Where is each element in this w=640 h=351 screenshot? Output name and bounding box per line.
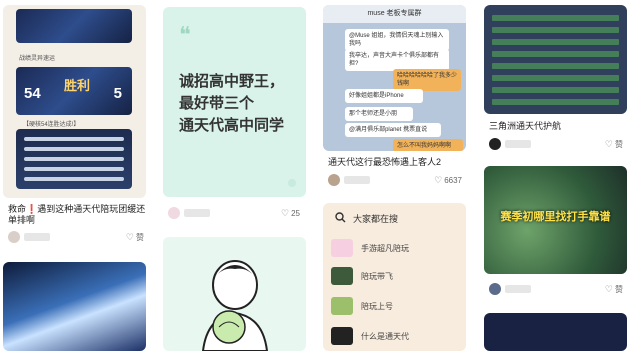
girl-with-cabbage-illustration bbox=[201, 260, 269, 351]
like-label: 赞 bbox=[615, 139, 623, 149]
avatar[interactable] bbox=[168, 207, 180, 219]
thumbnail bbox=[331, 267, 353, 285]
match-row bbox=[24, 137, 124, 141]
victory-screenshot: 54 胜利 5 bbox=[16, 67, 132, 115]
headline-line: 通天代高中同学 bbox=[179, 117, 285, 134]
post-title-4[interactable]: 三角洲通天代护航 bbox=[489, 121, 627, 132]
headline-line: 最好带三个 bbox=[179, 95, 255, 112]
like-button[interactable]: ♡ 赞 bbox=[126, 232, 144, 243]
post-meta-3: ♡ 6637 bbox=[328, 173, 462, 187]
like-count: 6637 bbox=[444, 175, 462, 185]
chat-title: muse 老板专属群 bbox=[323, 5, 466, 23]
match-row bbox=[24, 167, 124, 171]
post-title-3[interactable]: 通天代这行最恐怖遇上客人2 bbox=[328, 157, 466, 168]
avatar[interactable] bbox=[8, 231, 20, 243]
dot-decoration bbox=[288, 179, 296, 187]
heart-icon: ♡ bbox=[125, 231, 134, 242]
list-row bbox=[492, 75, 619, 81]
match-row bbox=[24, 157, 124, 161]
avatar[interactable] bbox=[489, 138, 501, 150]
match-row bbox=[24, 177, 124, 181]
heart-icon: ♡ bbox=[434, 174, 443, 185]
heart-icon: ♡ bbox=[604, 138, 613, 149]
trending-item[interactable]: 陪玩带飞 bbox=[331, 267, 393, 285]
trending-label: 手游超凡陪玩 bbox=[361, 243, 409, 253]
like-button[interactable]: ♡ 赞 bbox=[605, 284, 623, 295]
chat-bubble-self: 哈哈哈哈哈哈了我多少钱啊 bbox=[393, 69, 461, 91]
victory-left-score: 54 bbox=[24, 85, 41, 102]
list-row bbox=[492, 27, 619, 33]
chat-bubble-self: 怎么不叫我妈妈啊啊 bbox=[393, 139, 463, 151]
trending-label: 什么是通天代 bbox=[361, 331, 409, 341]
like-button[interactable]: ♡ 赞 bbox=[605, 139, 623, 150]
post-text-card[interactable]: ❝ 诚招高中野王， 最好带三个 通天代高中同学 bbox=[163, 7, 306, 197]
heart-icon: ♡ bbox=[604, 283, 613, 294]
trending-item[interactable]: 陪玩上号 bbox=[331, 297, 393, 315]
post-meta-6: ♡ 赞 bbox=[489, 282, 623, 296]
headline: 诚招高中野王， 最好带三个 通天代高中同学 bbox=[179, 71, 299, 137]
chat-bubble: 我卒达，声音大声卡个俱乐部都有担? bbox=[345, 49, 449, 71]
avatar[interactable] bbox=[489, 283, 501, 295]
victory-right-score: 5 bbox=[113, 85, 122, 102]
banner-text: 赛季初哪里找打手靠谱 bbox=[500, 211, 611, 223]
like-label: 赞 bbox=[136, 232, 144, 242]
trending-label: 陪玩上号 bbox=[361, 301, 393, 311]
post-meta-1: ♡ 赞 bbox=[8, 230, 144, 244]
chat-bubble: 那个老师还是小朋 bbox=[345, 107, 413, 121]
list-row bbox=[492, 63, 619, 69]
game-screenshot-top bbox=[16, 9, 132, 43]
match-list-screenshot bbox=[16, 129, 132, 189]
post-image-4[interactable] bbox=[484, 5, 627, 114]
author-name[interactable] bbox=[184, 209, 210, 217]
post-meta-4: ♡ 赞 bbox=[489, 137, 623, 151]
post-image-6[interactable]: 赛季初哪里找打手靠谱 bbox=[484, 166, 627, 274]
post-image-5[interactable] bbox=[3, 262, 146, 351]
thumbnail bbox=[331, 327, 353, 345]
thumbnail bbox=[331, 297, 353, 315]
list-row bbox=[492, 39, 619, 45]
like-label: 赞 bbox=[615, 284, 623, 294]
victory-word: 胜利 bbox=[64, 78, 91, 93]
post-image-chat[interactable]: muse 老板专属群 @Muse 姐姐，我情侣天魂上别输入我吗 我卒达，声音大声… bbox=[323, 5, 466, 151]
avatar[interactable] bbox=[328, 174, 340, 186]
list-row bbox=[492, 99, 619, 105]
author-name[interactable] bbox=[505, 140, 531, 148]
thumbnail bbox=[331, 239, 353, 257]
mid-note: 【硬核54连胜达成!】 bbox=[23, 122, 80, 128]
post-image-1[interactable]: 战绩灵异速运 54 胜利 5 【硬核54连胜达成!】 bbox=[3, 5, 146, 198]
search-icon bbox=[335, 212, 346, 223]
author-name[interactable] bbox=[344, 176, 370, 184]
trending-title: 大家都在搜 bbox=[353, 214, 399, 224]
list-row bbox=[492, 15, 619, 21]
post-illustration-card[interactable] bbox=[163, 237, 306, 351]
author-name[interactable] bbox=[505, 285, 531, 293]
screenshot-header: 战绩灵异速运 bbox=[19, 56, 56, 62]
chat-bubble: 好像姐姐都是iPhone bbox=[345, 89, 423, 103]
headline-line: 诚招高中野王， bbox=[179, 73, 285, 90]
author-name[interactable] bbox=[24, 233, 50, 241]
post-image-7[interactable] bbox=[484, 313, 627, 351]
trending-search-card: 大家都在搜 手游超凡陪玩 陪玩带飞 陪玩上号 什么是通天代 bbox=[323, 203, 466, 351]
like-button[interactable]: ♡ 25 bbox=[281, 208, 300, 219]
trending-item[interactable]: 什么是通天代 bbox=[331, 327, 409, 345]
post-meta-2: ♡ 25 bbox=[168, 206, 300, 220]
post-title-1[interactable]: 救命❗️遇到这种通天代陪玩团缓还单排啊 bbox=[8, 204, 146, 226]
trending-label: 陪玩带飞 bbox=[361, 271, 393, 281]
chat-bubble: @满月俱乐部planet 携票直说 bbox=[345, 123, 441, 137]
list-row bbox=[492, 87, 619, 93]
trending-item[interactable]: 手游超凡陪玩 bbox=[331, 239, 409, 257]
chat-bubble: @Muse 姐姐，我情侣天魂上别输入我吗 bbox=[345, 29, 449, 51]
quote-icon: ❝ bbox=[179, 23, 191, 48]
like-count: 25 bbox=[291, 208, 300, 218]
heart-icon: ♡ bbox=[281, 207, 290, 218]
list-row bbox=[492, 51, 619, 57]
match-row bbox=[24, 147, 124, 151]
like-button[interactable]: ♡ 6637 bbox=[434, 175, 462, 186]
